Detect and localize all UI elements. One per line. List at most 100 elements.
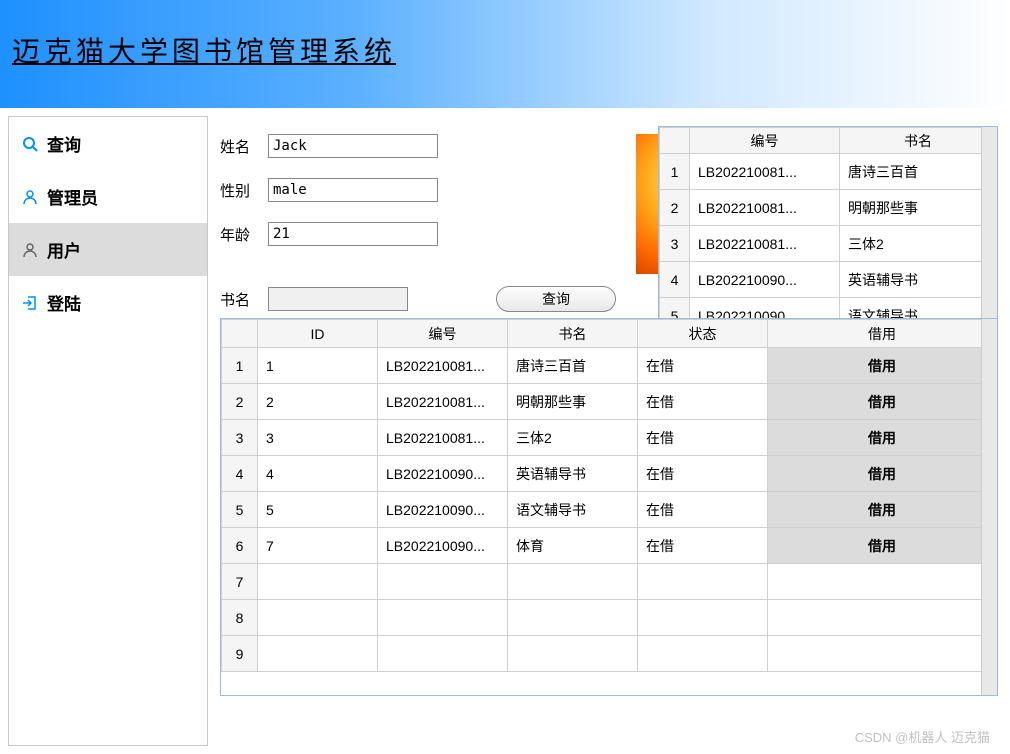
gender-field[interactable] [268, 178, 438, 202]
gender-label: 性别 [220, 180, 260, 201]
col-id[interactable]: ID [258, 320, 378, 348]
header: 迈克猫大学图书馆管理系统 [0, 0, 1010, 108]
login-icon [21, 294, 39, 312]
sidebar-item-label: 用户 [47, 237, 81, 262]
table-row[interactable]: 1 LB202210081... 唐诗三百首 [660, 154, 997, 190]
cell-code [378, 636, 508, 672]
cell-name: 唐诗三百首 [508, 348, 638, 384]
table-row[interactable]: 7 [222, 564, 997, 600]
cell-id: 3 [258, 420, 378, 456]
borrow-button[interactable]: 借用 [768, 492, 997, 528]
person-icon [21, 241, 39, 259]
sidebar-item-admin[interactable]: 管理员 [9, 170, 207, 223]
borrowed-books-table: 编号 书名 1 LB202210081... 唐诗三百首2 LB20221008… [658, 126, 998, 336]
cell-status [638, 600, 768, 636]
row-index: 1 [222, 348, 258, 384]
row-index: 9 [222, 636, 258, 672]
table-row[interactable]: 5 5 LB202210090... 语文辅导书 在借 借用 [222, 492, 997, 528]
cell-empty [768, 636, 997, 672]
cell-code: LB202210090... [378, 492, 508, 528]
person-icon [21, 188, 39, 206]
row-index: 7 [222, 564, 258, 600]
cell-empty [768, 600, 997, 636]
content: 姓名 性别 年龄 书名 查询 [212, 108, 1010, 754]
cell-id [258, 564, 378, 600]
table-row[interactable]: 4 4 LB202210090... 英语辅导书 在借 借用 [222, 456, 997, 492]
cell-status: 在借 [638, 348, 768, 384]
cell-name: 语文辅导书 [508, 492, 638, 528]
name-label: 姓名 [220, 136, 260, 157]
watermark: CSDN @机器人 迈克猫 [855, 727, 990, 746]
borrow-button[interactable]: 借用 [768, 528, 997, 564]
cell-id: 7 [258, 528, 378, 564]
cell-code: LB202210090... [378, 528, 508, 564]
cell-name [508, 600, 638, 636]
cell-code: LB202210081... [690, 190, 840, 226]
table-row[interactable]: 4 LB202210090... 英语辅导书 [660, 262, 997, 298]
book-search-field[interactable] [268, 287, 408, 311]
table-row[interactable]: 6 7 LB202210090... 体育 在借 借用 [222, 528, 997, 564]
table-corner [222, 320, 258, 348]
cell-code: LB202210081... [378, 384, 508, 420]
row-index: 3 [660, 226, 690, 262]
cell-status: 在借 [638, 384, 768, 420]
sidebar-item-search[interactable]: 查询 [9, 117, 207, 170]
row-index: 2 [660, 190, 690, 226]
books-table: ID 编号 书名 状态 借用 1 1 LB202210081... 唐诗三百首 … [220, 318, 998, 696]
age-label: 年龄 [220, 224, 260, 245]
cell-id: 5 [258, 492, 378, 528]
scrollbar[interactable] [981, 127, 997, 335]
cell-empty [768, 564, 997, 600]
table-row[interactable]: 1 1 LB202210081... 唐诗三百首 在借 借用 [222, 348, 997, 384]
sidebar-item-label: 查询 [47, 131, 81, 156]
table-row[interactable]: 2 LB202210081... 明朝那些事 [660, 190, 997, 226]
cell-id: 4 [258, 456, 378, 492]
row-index: 4 [660, 262, 690, 298]
cell-name: 明朝那些事 [840, 190, 997, 226]
row-index: 6 [222, 528, 258, 564]
sidebar-item-user[interactable]: 用户 [9, 223, 207, 276]
col-code[interactable]: 编号 [690, 128, 840, 154]
borrow-button[interactable]: 借用 [768, 384, 997, 420]
cell-code [378, 600, 508, 636]
table-row[interactable]: 8 [222, 600, 997, 636]
table-row[interactable]: 2 2 LB202210081... 明朝那些事 在借 借用 [222, 384, 997, 420]
sidebar-item-label: 登陆 [47, 290, 81, 315]
cell-name: 明朝那些事 [508, 384, 638, 420]
cell-name: 体育 [508, 528, 638, 564]
cell-status [638, 564, 768, 600]
table-row[interactable]: 9 [222, 636, 997, 672]
table-row[interactable]: 3 3 LB202210081... 三体2 在借 借用 [222, 420, 997, 456]
cell-id: 2 [258, 384, 378, 420]
sidebar-item-label: 管理员 [47, 184, 98, 209]
borrow-button[interactable]: 借用 [768, 456, 997, 492]
name-field[interactable] [268, 134, 438, 158]
cell-code: LB202210081... [378, 420, 508, 456]
table-row[interactable]: 3 LB202210081... 三体2 [660, 226, 997, 262]
col-code[interactable]: 编号 [378, 320, 508, 348]
row-index: 5 [222, 492, 258, 528]
table-corner [660, 128, 690, 154]
cell-name: 英语辅导书 [840, 262, 997, 298]
col-name[interactable]: 书名 [840, 128, 997, 154]
col-borrow[interactable]: 借用 [768, 320, 997, 348]
row-index: 4 [222, 456, 258, 492]
row-index: 3 [222, 420, 258, 456]
cell-code: LB202210090... [690, 262, 840, 298]
cell-name [508, 564, 638, 600]
col-status[interactable]: 状态 [638, 320, 768, 348]
age-field[interactable] [268, 222, 438, 246]
cell-status: 在借 [638, 456, 768, 492]
cell-code: LB202210081... [378, 348, 508, 384]
scrollbar[interactable] [981, 319, 997, 695]
col-name[interactable]: 书名 [508, 320, 638, 348]
search-button[interactable]: 查询 [496, 286, 616, 312]
cell-id [258, 600, 378, 636]
borrow-button[interactable]: 借用 [768, 348, 997, 384]
row-index: 2 [222, 384, 258, 420]
sidebar-item-login[interactable]: 登陆 [9, 276, 207, 329]
borrow-button[interactable]: 借用 [768, 420, 997, 456]
row-index: 1 [660, 154, 690, 190]
cell-code: LB202210090... [378, 456, 508, 492]
cell-name: 三体2 [840, 226, 997, 262]
